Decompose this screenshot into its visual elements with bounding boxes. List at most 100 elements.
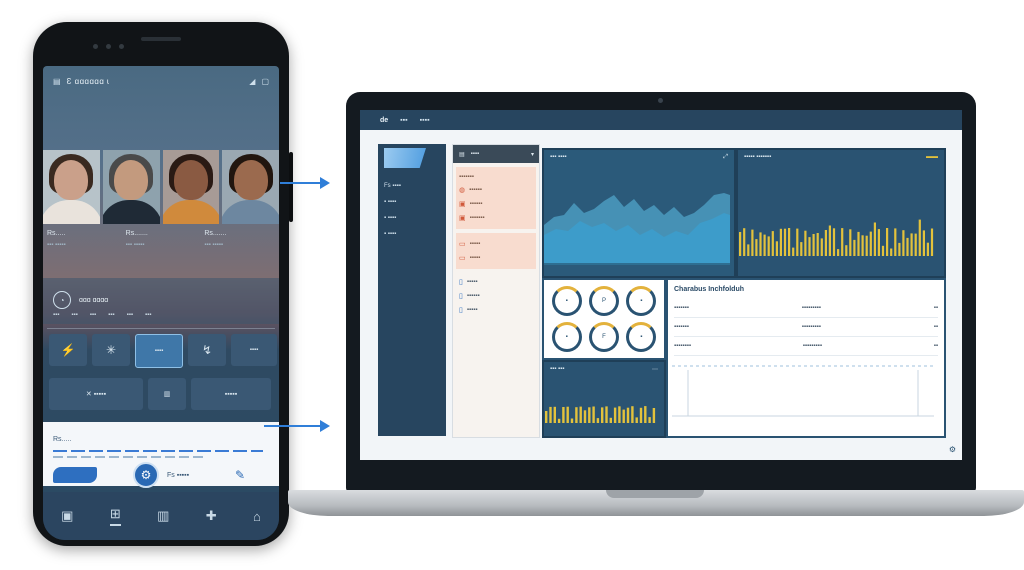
panel-section: ▯ ▪▪▪▪▪ ▯ ▪▪▪▪▪▪ ▯ ▪▪▪▪▪	[453, 273, 539, 319]
gauge: ▪	[626, 286, 657, 316]
nav-add-icon[interactable]: ✚	[206, 508, 217, 524]
sidebar-item[interactable]: ▪ ▪▪▪▪	[378, 194, 446, 210]
panel-item[interactable]: ▯ ▪▪▪▪▪	[459, 303, 533, 317]
panel-item[interactable]: ▯ ▪▪▪▪▪	[459, 275, 533, 289]
bar	[788, 228, 791, 256]
bar	[898, 242, 901, 256]
gear-icon[interactable]: ⚙	[133, 462, 159, 488]
bar	[775, 241, 778, 256]
bar	[881, 245, 885, 256]
brand-logo: de	[380, 116, 389, 124]
expand-icon[interactable]: ⤢	[723, 154, 728, 161]
bar	[562, 407, 565, 423]
bar	[613, 407, 617, 423]
sidebar-item[interactable]: ▪ ▪▪▪▪	[378, 210, 446, 226]
bar	[609, 417, 612, 423]
tile-grid[interactable]: ▥	[148, 378, 186, 410]
settings-icon[interactable]: ⚙	[949, 445, 956, 454]
bar	[832, 228, 836, 256]
file-icon: ▯	[459, 293, 463, 300]
data-table-card[interactable]: Charabus Inchfolduh ▪▪▪▪▪▪▪ ▪▪▪▪▪▪▪▪▪ ▪▪ ▪…	[666, 278, 946, 438]
data-table: ▪▪▪▪▪▪▪ ▪▪▪▪▪▪▪▪▪ ▪▪ ▪▪▪▪▪▪▪ ▪▪▪▪▪▪▪▪▪ ▪▪ ▪▪…	[668, 295, 944, 360]
info-card-title: Rs.....	[53, 436, 72, 443]
person-card[interactable]	[222, 150, 279, 224]
window-icon[interactable]: ▢	[261, 77, 269, 86]
bar	[894, 228, 897, 256]
tile-info[interactable]: ▪▪▪▪▪	[191, 378, 271, 410]
bar	[779, 228, 782, 256]
panel-item[interactable]: ▣ ▪▪▪▪▪▪▪	[459, 211, 533, 225]
panel-item[interactable]: ▯ ▪▪▪▪▪▪	[459, 289, 533, 303]
panel-section: ▪▪▪▪▪▪▪ ◍ ▪▪▪▪▪▪ ▣ ▪▪▪▪▪▪ ▣ ▪▪▪▪▪▪▪	[456, 167, 536, 229]
bar	[865, 235, 868, 256]
panel-item[interactable]: ▭ ▪▪▪▪▪	[459, 237, 533, 251]
panel-item[interactable]: ◍ ▪▪▪▪▪▪	[459, 183, 533, 197]
topbar-item[interactable]: ▪▪▪▪	[420, 117, 430, 124]
bar	[652, 408, 656, 423]
file-icon: ▯	[459, 279, 463, 286]
tile-close[interactable]: ✕ ▪▪▪▪▪	[49, 378, 143, 410]
doc-icon: ▭	[459, 255, 466, 262]
gauges-card[interactable]: ▪ P ▪ ▪ F ▪	[542, 278, 666, 360]
summary-value: ▪▪▪	[89, 312, 97, 318]
info-card[interactable]: Rs..... ⚙ Fs ▪▪▪▪▪ ✎	[43, 422, 279, 488]
mini-bar-card[interactable]: ▪▪▪ ▪▪▪ ⋯	[542, 360, 666, 438]
doc-icon: ▭	[459, 241, 466, 248]
nav-grid-icon[interactable]: ⊞	[109, 506, 121, 526]
bar	[639, 407, 643, 423]
more-icon[interactable]: ⋯	[652, 366, 658, 373]
area-chart-card[interactable]: ▪▪▪ ▪▪▪▪ ⤢	[542, 148, 736, 278]
bar	[592, 406, 595, 423]
area-chart-header: ▪▪▪ ▪▪▪▪ ⤢	[550, 154, 728, 161]
circle-icon: ◍	[459, 187, 466, 194]
summary-value: ▪▪▪	[71, 312, 78, 318]
action-tiles-row2: ✕ ▪▪▪▪▪ ▥ ▪▪▪▪▪	[49, 378, 271, 410]
nav-house-icon[interactable]: ⌂	[253, 509, 261, 524]
person-card[interactable]	[102, 150, 160, 224]
tile-selected[interactable]: ▪▪▪▪	[135, 334, 183, 368]
tile-signal[interactable]: ↯	[188, 334, 226, 366]
tile-label: ▪▪▪▪▪	[224, 390, 238, 398]
bar	[763, 234, 766, 256]
person-card[interactable]	[162, 150, 220, 224]
table-row[interactable]: ▪▪▪▪▪▪▪▪ ▪▪▪▪▪▪▪▪▪ ▪▪	[674, 337, 938, 356]
person-card[interactable]	[43, 150, 100, 224]
panel-item[interactable]: ▪▪▪▪▪▪▪	[459, 171, 533, 183]
tile-bolt[interactable]: ⚡	[49, 334, 87, 366]
phone-screen: ▤ Ɛ ɑɑɑɑɑɑ ɩ ◢ ▢ Rs..... ▪▪▪ ▪▪▪▪▪ Rs...…	[43, 66, 279, 540]
toggle-pill[interactable]	[53, 467, 97, 483]
bar	[583, 410, 587, 423]
pen-icon[interactable]: ✎	[235, 468, 245, 482]
mini-bar-header: ▪▪▪ ▪▪▪ ⋯	[550, 366, 658, 373]
bar	[849, 229, 852, 256]
bar	[910, 233, 913, 256]
panel-item[interactable]: ▭ ▪▪▪▪▪	[459, 251, 533, 265]
bar	[747, 244, 750, 256]
sidebar-item[interactable]: ▪ ▪▪▪▪	[378, 226, 446, 242]
gauge: F	[588, 322, 619, 352]
table-row[interactable]: ▪▪▪▪▪▪▪ ▪▪▪▪▪▪▪▪▪ ▪▪	[674, 318, 938, 337]
sidebar-item[interactable]: Fs ▪▪▪▪	[378, 178, 446, 194]
grid-icon: ▥	[163, 391, 171, 398]
file-icon: ▯	[459, 307, 463, 314]
table-row[interactable]: ▪▪▪▪▪▪▪ ▪▪▪▪▪▪▪▪▪ ▪▪	[674, 299, 938, 318]
nav-list-icon[interactable]: ▥	[157, 508, 169, 524]
panel-item[interactable]: ▣ ▪▪▪▪▪▪	[459, 197, 533, 211]
summary-value: ▪▪▪	[108, 312, 115, 318]
topbar-item[interactable]: ▪▪▪	[400, 117, 407, 124]
bar	[861, 235, 864, 256]
bar	[800, 242, 803, 256]
tile-text[interactable]: ▪▪▪▪	[231, 334, 277, 366]
gauge: ▪	[551, 322, 582, 352]
chevron-down-icon[interactable]: ▾	[531, 151, 534, 158]
bar	[648, 417, 651, 423]
bar	[644, 406, 647, 423]
tile-asterisk[interactable]: ✳	[92, 334, 130, 366]
laptop-base	[288, 490, 1024, 516]
document-icon: ▣	[459, 215, 466, 222]
nav-home-icon[interactable]: ▣	[61, 508, 73, 524]
bar-chart-card[interactable]: ▪▪▪▪▪ ▪▪▪▪▪▪▪ ▬▬	[736, 148, 946, 278]
phone-speaker	[141, 37, 181, 41]
menu-icon[interactable]: ▤	[53, 77, 61, 86]
secondary-panel-header: ▤ ▪▪▪▪ ▾	[453, 145, 539, 163]
